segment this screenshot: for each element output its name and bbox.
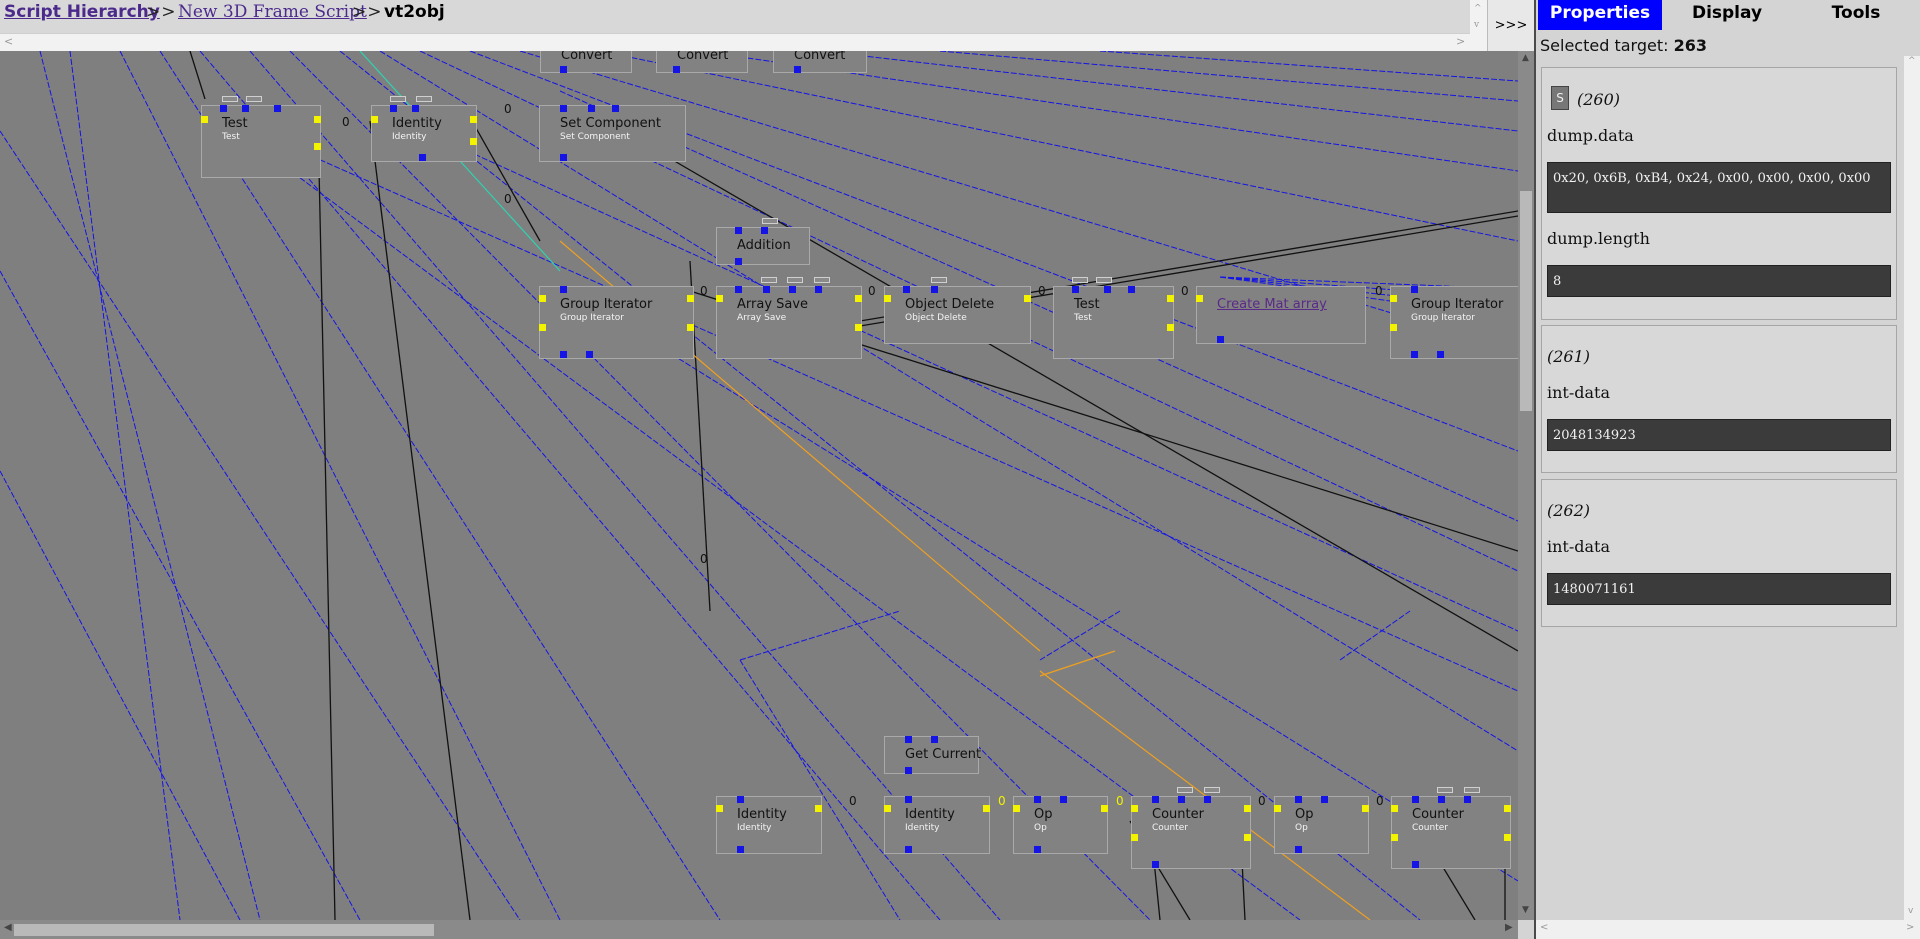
wire-label: 0: [998, 794, 1006, 808]
scroll-down-icon[interactable]: v: [1474, 20, 1479, 30]
breadcrumb-parent-link[interactable]: New 3D Frame Script: [178, 2, 367, 22]
node-identity-1[interactable]: Identity Identity: [371, 96, 477, 162]
scroll-right-icon[interactable]: ▶: [1505, 922, 1513, 933]
node-convert-2[interactable]: Convert: [656, 51, 748, 73]
wire-label: 0: [504, 192, 512, 206]
scroll-left-icon[interactable]: <: [1540, 922, 1548, 933]
node-op-1[interactable]: Op Op: [1013, 796, 1108, 854]
canvas-horizontal-scrollbar[interactable]: ◀ ▶: [0, 920, 1518, 939]
wire-label: 0: [342, 115, 350, 129]
panel-horizontal-scrollbar[interactable]: < >: [1536, 920, 1920, 939]
node-identity-2[interactable]: Identity Identity: [716, 796, 822, 854]
node-test-1[interactable]: Test Test: [201, 96, 321, 178]
dump-length-field[interactable]: 8: [1547, 265, 1891, 297]
wire-label: 0: [868, 284, 876, 298]
property-index: (261): [1547, 347, 1591, 366]
expand-panel-button[interactable]: >>>: [1487, 0, 1534, 51]
tab-tools[interactable]: Tools: [1792, 0, 1920, 30]
wire-label: 0: [1181, 284, 1189, 298]
wire-label: 0: [849, 794, 857, 808]
selected-target: Selected target: 263: [1540, 36, 1707, 55]
scroll-up-icon[interactable]: ^: [1474, 4, 1482, 14]
node-identity-3[interactable]: Identity Identity: [884, 796, 990, 854]
s-button[interactable]: S: [1551, 86, 1569, 110]
node-group-iterator-1[interactable]: Group Iterator Group Iterator: [539, 286, 694, 359]
scroll-thumb[interactable]: [14, 924, 434, 936]
selected-target-label: Selected target:: [1540, 36, 1669, 55]
node-op-2[interactable]: Op Op: [1274, 796, 1369, 854]
scroll-down-icon[interactable]: v: [1908, 906, 1913, 916]
tab-display[interactable]: Display: [1662, 0, 1792, 30]
breadcrumb-separator-2: >>: [352, 2, 383, 22]
node-set-component[interactable]: Set Component Set Component: [539, 105, 686, 162]
node-test-2[interactable]: Test Test: [1053, 277, 1174, 359]
node-create-mat-array[interactable]: Create Mat array: [1196, 286, 1366, 344]
field-label: dump.data: [1547, 126, 1634, 145]
scroll-left-icon[interactable]: ◀: [4, 922, 12, 933]
wire-label: 0: [700, 552, 708, 566]
node-object-delete[interactable]: Object Delete Object Delete: [884, 277, 1031, 344]
wire-label: 0: [700, 284, 708, 298]
properties-panel: Properties Display Tools Selected target…: [1536, 0, 1920, 939]
node-convert-3[interactable]: Convert: [773, 51, 867, 73]
node-counter-1[interactable]: Counter Counter: [1131, 787, 1251, 869]
wire-label: 0: [1376, 794, 1384, 808]
canvas-vertical-scrollbar[interactable]: ▲ ▼: [1518, 51, 1534, 920]
field-label: int-data: [1547, 383, 1611, 402]
wires-layer: [0, 51, 1518, 920]
scroll-up-icon[interactable]: ▲: [1522, 53, 1529, 63]
field-label: dump.length: [1547, 229, 1650, 248]
panel-vertical-scrollbar[interactable]: ^ v: [1904, 56, 1920, 920]
top-vertical-scrollbar[interactable]: ^ v: [1470, 0, 1487, 51]
scroll-up-icon[interactable]: ^: [1908, 56, 1916, 66]
scroll-right-icon[interactable]: >: [1456, 35, 1465, 48]
selected-target-value: 263: [1673, 36, 1707, 55]
script-graph-canvas[interactable]: Convert Convert Convert Test Test Identi…: [0, 51, 1518, 920]
dump-data-field[interactable]: 0x20, 0x6B, 0xB4, 0x24, 0x00, 0x00, 0x00…: [1547, 162, 1891, 213]
wire-label: 0: [1116, 794, 1124, 808]
property-index: (260): [1577, 90, 1621, 109]
scroll-thumb[interactable]: [1520, 191, 1532, 411]
flow-wires: [189, 51, 1518, 920]
field-label: int-data: [1547, 537, 1611, 556]
node-addition[interactable]: Addition: [716, 218, 810, 265]
data-wires: [0, 51, 1518, 920]
node-convert-1[interactable]: Convert: [540, 51, 632, 73]
scroll-right-icon[interactable]: >: [1906, 922, 1914, 933]
top-horizontal-scrollbar[interactable]: < >: [0, 33, 1470, 52]
int-data-field[interactable]: 2048134923: [1547, 419, 1891, 451]
node-get-current[interactable]: Get Current: [884, 736, 981, 774]
breadcrumb-separator: >>: [146, 2, 177, 22]
wire-label: 0: [1375, 284, 1383, 298]
scroll-left-icon[interactable]: <: [4, 35, 13, 48]
breadcrumb-current: vt2obj: [384, 2, 445, 22]
breadcrumb-root-link[interactable]: Script Hierarchy: [4, 2, 160, 22]
int-data-field[interactable]: 1480071161: [1547, 573, 1891, 605]
property-card-261: (261) int-data 2048134923: [1541, 325, 1897, 473]
breadcrumb: Script Hierarchy >> New 3D Frame Script …: [0, 0, 1470, 33]
wire-label: 0: [504, 102, 512, 116]
wire-label: 0: [1258, 794, 1266, 808]
node-counter-2[interactable]: Counter Counter: [1391, 787, 1511, 869]
node-group-iterator-2[interactable]: Group Iterator Group Iterator: [1390, 286, 1518, 359]
panel-tabs: Properties Display Tools: [1536, 0, 1920, 30]
node-array-save[interactable]: Array Save Array Save: [716, 277, 862, 359]
property-card-262: (262) int-data 1480071161: [1541, 479, 1897, 627]
wire-label: 0: [1038, 284, 1046, 298]
property-index: (262): [1547, 501, 1591, 520]
property-card-260: S (260) dump.data 0x20, 0x6B, 0xB4, 0x24…: [1541, 67, 1897, 320]
tab-properties[interactable]: Properties: [1538, 0, 1662, 30]
scroll-down-icon[interactable]: ▼: [1522, 905, 1529, 915]
